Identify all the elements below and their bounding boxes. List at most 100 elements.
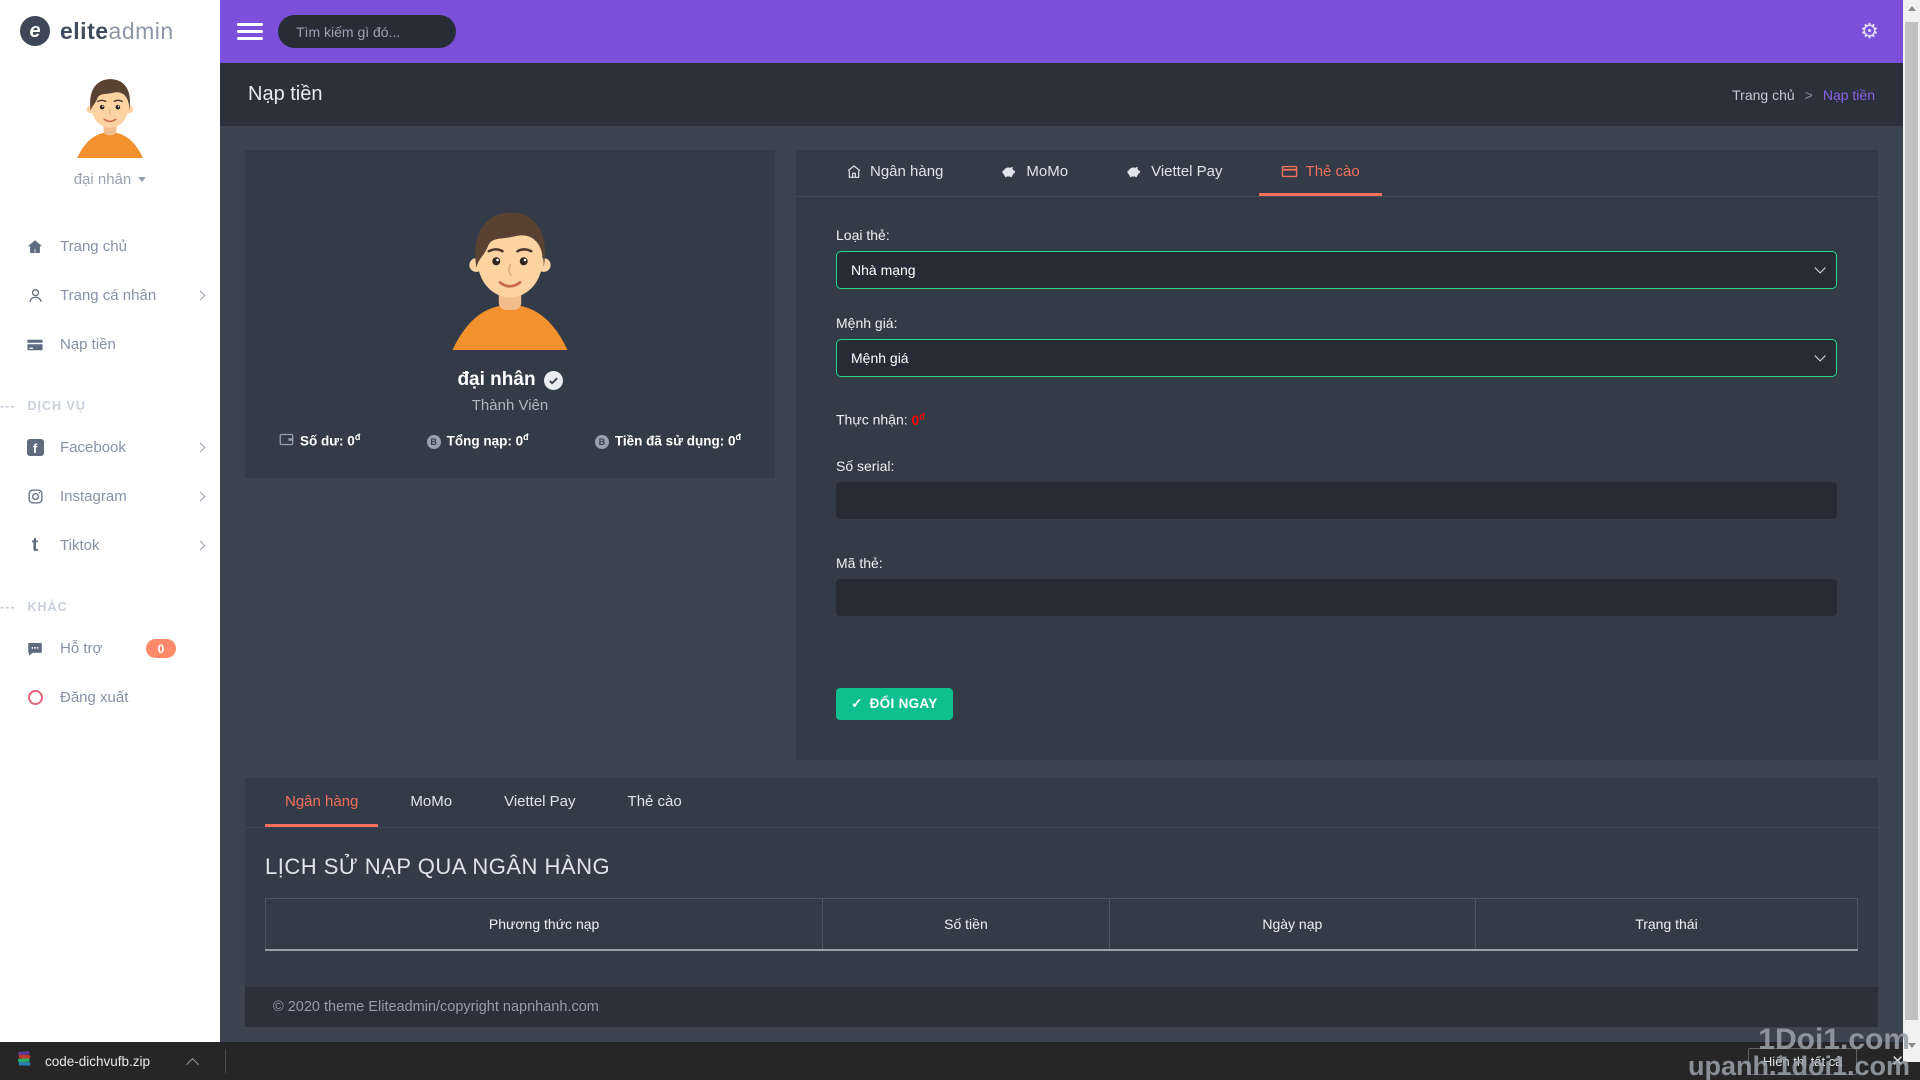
history-tabs: Ngân hàng MoMo Viettel Pay Thẻ cào bbox=[245, 778, 1878, 828]
sidebar-item-dang-xuat[interactable]: Đăng xuất bbox=[0, 673, 220, 722]
col-ngay-nap: Ngày nạp bbox=[1109, 899, 1475, 950]
instagram-icon bbox=[24, 488, 46, 505]
download-expand-icon[interactable] bbox=[186, 1057, 199, 1070]
scrollbar-up-arrow[interactable] bbox=[1903, 0, 1920, 17]
profile-card: đại nhân Thành Viên Số dư: 0đ B bbox=[245, 150, 775, 478]
search-input[interactable] bbox=[296, 24, 438, 40]
brand-logo[interactable]: e eliteadmin bbox=[0, 0, 220, 46]
profile-avatar bbox=[435, 200, 585, 350]
scrollbar-down-arrow[interactable] bbox=[1903, 1037, 1920, 1054]
settings-gear-icon[interactable]: ⚙ bbox=[1860, 21, 1879, 42]
sidebar-item-label: Trang cá nhân bbox=[60, 287, 156, 304]
tab-the-cao[interactable]: Thẻ cào bbox=[1259, 150, 1382, 196]
sidebar-item-facebook[interactable]: f Facebook bbox=[0, 423, 220, 472]
denomination-select[interactable]: Mệnh giá bbox=[836, 339, 1837, 377]
copyright-text: © 2020 theme Eliteadmin/copyright napnha… bbox=[273, 999, 599, 1015]
brand-name-light: admin bbox=[109, 18, 174, 44]
sidebar-item-label: Facebook bbox=[60, 439, 126, 456]
sidebar-item-label: Instagram bbox=[60, 488, 127, 505]
section-label: KHÁC bbox=[28, 600, 68, 614]
history-tab-viettel-pay[interactable]: Viettel Pay bbox=[484, 778, 595, 827]
check-icon: ✓ bbox=[851, 696, 863, 712]
page-header: Nạp tiền Trang chủ > Nạp tiền bbox=[220, 63, 1903, 126]
breadcrumb-home-link[interactable]: Trang chủ bbox=[1732, 87, 1795, 103]
home-icon bbox=[24, 238, 46, 256]
logout-icon bbox=[24, 690, 46, 705]
verified-badge-icon bbox=[544, 371, 563, 390]
search-box bbox=[278, 15, 456, 48]
chevron-down-icon bbox=[1814, 262, 1825, 273]
recharge-card: Ngân hàng MoMo Viettel Pay bbox=[796, 150, 1878, 760]
section-dashes: --- bbox=[0, 399, 16, 413]
brand-logo-icon: e bbox=[20, 16, 50, 46]
page-content: đại nhân Thành Viên Số dư: 0đ B bbox=[220, 126, 1903, 1027]
submit-button[interactable]: ✓ ĐỔI NGAY bbox=[836, 688, 953, 720]
history-tab-momo[interactable]: MoMo bbox=[390, 778, 472, 827]
tiktok-icon: t bbox=[24, 537, 46, 554]
chat-bubble-icon bbox=[24, 640, 46, 658]
sidebar-item-tiktok[interactable]: t Tiktok bbox=[0, 521, 220, 570]
breadcrumb: Trang chủ > Nạp tiền bbox=[1732, 87, 1875, 103]
sidebar-section-dich-vu: --- DỊCH VỤ bbox=[0, 399, 220, 413]
sidebar-item-nap-tien[interactable]: Nạp tiền bbox=[0, 320, 220, 369]
history-table: Phương thức nạp Số tiền Ngày nạp Trạng t… bbox=[265, 898, 1858, 951]
sidebar-item-instagram[interactable]: Instagram bbox=[0, 472, 220, 521]
wallet-icon bbox=[279, 433, 294, 449]
breadcrumb-current: Nạp tiền bbox=[1823, 87, 1875, 103]
vertical-scrollbar[interactable] bbox=[1903, 0, 1920, 1062]
serial-label: Số serial: bbox=[836, 458, 1837, 474]
recharge-tabs: Ngân hàng MoMo Viettel Pay bbox=[796, 150, 1878, 197]
col-trang-thai: Trạng thái bbox=[1475, 899, 1857, 950]
recharge-form: Loại thẻ: Nhà mạng Mệnh giá: Mệnh giá Th… bbox=[796, 197, 1878, 720]
user-name: đại nhân bbox=[74, 171, 132, 188]
browser-download-bar: code-dichvufb.zip Hiển thị tất cả ✕ bbox=[0, 1042, 1920, 1080]
coin-icon: B bbox=[595, 433, 609, 449]
sidebar-item-label: Đăng xuất bbox=[60, 689, 128, 706]
main-area: ⚙ Nạp tiền Trang chủ > Nạp tiền đại nhân… bbox=[220, 0, 1903, 1027]
stat-so-du: Số dư: 0đ bbox=[279, 432, 360, 449]
col-so-tien: Số tiền bbox=[823, 899, 1110, 950]
sidebar-nav: Trang chủ Trang cá nhân Nạp tiền --- DỊC… bbox=[0, 222, 220, 722]
rar-file-icon bbox=[16, 1050, 33, 1072]
sidebar-avatar bbox=[67, 72, 153, 158]
card-code-input[interactable] bbox=[836, 579, 1837, 616]
sidebar-item-label: Trang chủ bbox=[60, 238, 127, 255]
sidebar-item-label: Hỗ trợ bbox=[60, 640, 102, 657]
user-icon bbox=[24, 287, 46, 304]
tab-momo[interactable]: MoMo bbox=[979, 150, 1090, 196]
col-phuong-thuc-nap: Phương thức nạp bbox=[266, 899, 823, 950]
sidebar-item-ho-tro[interactable]: Hỗ trợ 0 bbox=[0, 624, 220, 673]
tab-viettel-pay[interactable]: Viettel Pay bbox=[1104, 150, 1244, 196]
chevron-right-icon bbox=[196, 443, 206, 453]
card-type-label: Loại thẻ: bbox=[836, 227, 1837, 243]
tab-ngan-hang[interactable]: Ngân hàng bbox=[824, 150, 965, 196]
footer: © 2020 theme Eliteadmin/copyright napnha… bbox=[245, 987, 1878, 1027]
support-count-badge: 0 bbox=[146, 639, 176, 658]
scrollbar-thumb[interactable] bbox=[1905, 22, 1918, 1020]
denomination-label: Mệnh giá: bbox=[836, 315, 1837, 331]
brand-name-bold: elite bbox=[60, 18, 109, 44]
history-tab-ngan-hang[interactable]: Ngân hàng bbox=[265, 778, 378, 827]
piggy-bank-icon bbox=[1126, 163, 1143, 180]
sidebar-item-trang-chu[interactable]: Trang chủ bbox=[0, 222, 220, 271]
history-tab-the-cao[interactable]: Thẻ cào bbox=[608, 778, 702, 827]
stat-tien-da-su-dung: B Tiền đã sử dụng: 0đ bbox=[595, 432, 741, 449]
breadcrumb-separator: > bbox=[1805, 87, 1813, 103]
profile-stats: Số dư: 0đ B Tổng nạp: 0đ B Tiền đã sử dụ… bbox=[245, 432, 775, 449]
menu-toggle-icon[interactable] bbox=[237, 19, 263, 45]
profile-role: Thành Viên bbox=[245, 397, 775, 414]
sidebar-item-trang-ca-nhan[interactable]: Trang cá nhân bbox=[0, 271, 220, 320]
card-type-select[interactable]: Nhà mạng bbox=[836, 251, 1837, 289]
stat-tong-nap: B Tổng nạp: 0đ bbox=[427, 432, 529, 449]
section-dashes: --- bbox=[0, 600, 16, 614]
serial-input[interactable] bbox=[836, 482, 1837, 519]
card-code-label: Mã thẻ: bbox=[836, 555, 1837, 571]
chevron-right-icon bbox=[196, 541, 206, 551]
bank-icon bbox=[846, 164, 862, 180]
user-dropdown[interactable]: đại nhân bbox=[0, 171, 220, 188]
show-all-downloads-button[interactable]: Hiển thị tất cả bbox=[1748, 1048, 1858, 1075]
received-amount: Thực nhận: 0đ bbox=[836, 411, 1837, 428]
download-filename[interactable]: code-dichvufb.zip bbox=[45, 1054, 150, 1069]
download-divider bbox=[225, 1049, 226, 1073]
sidebar-section-khac: --- KHÁC bbox=[0, 600, 220, 614]
